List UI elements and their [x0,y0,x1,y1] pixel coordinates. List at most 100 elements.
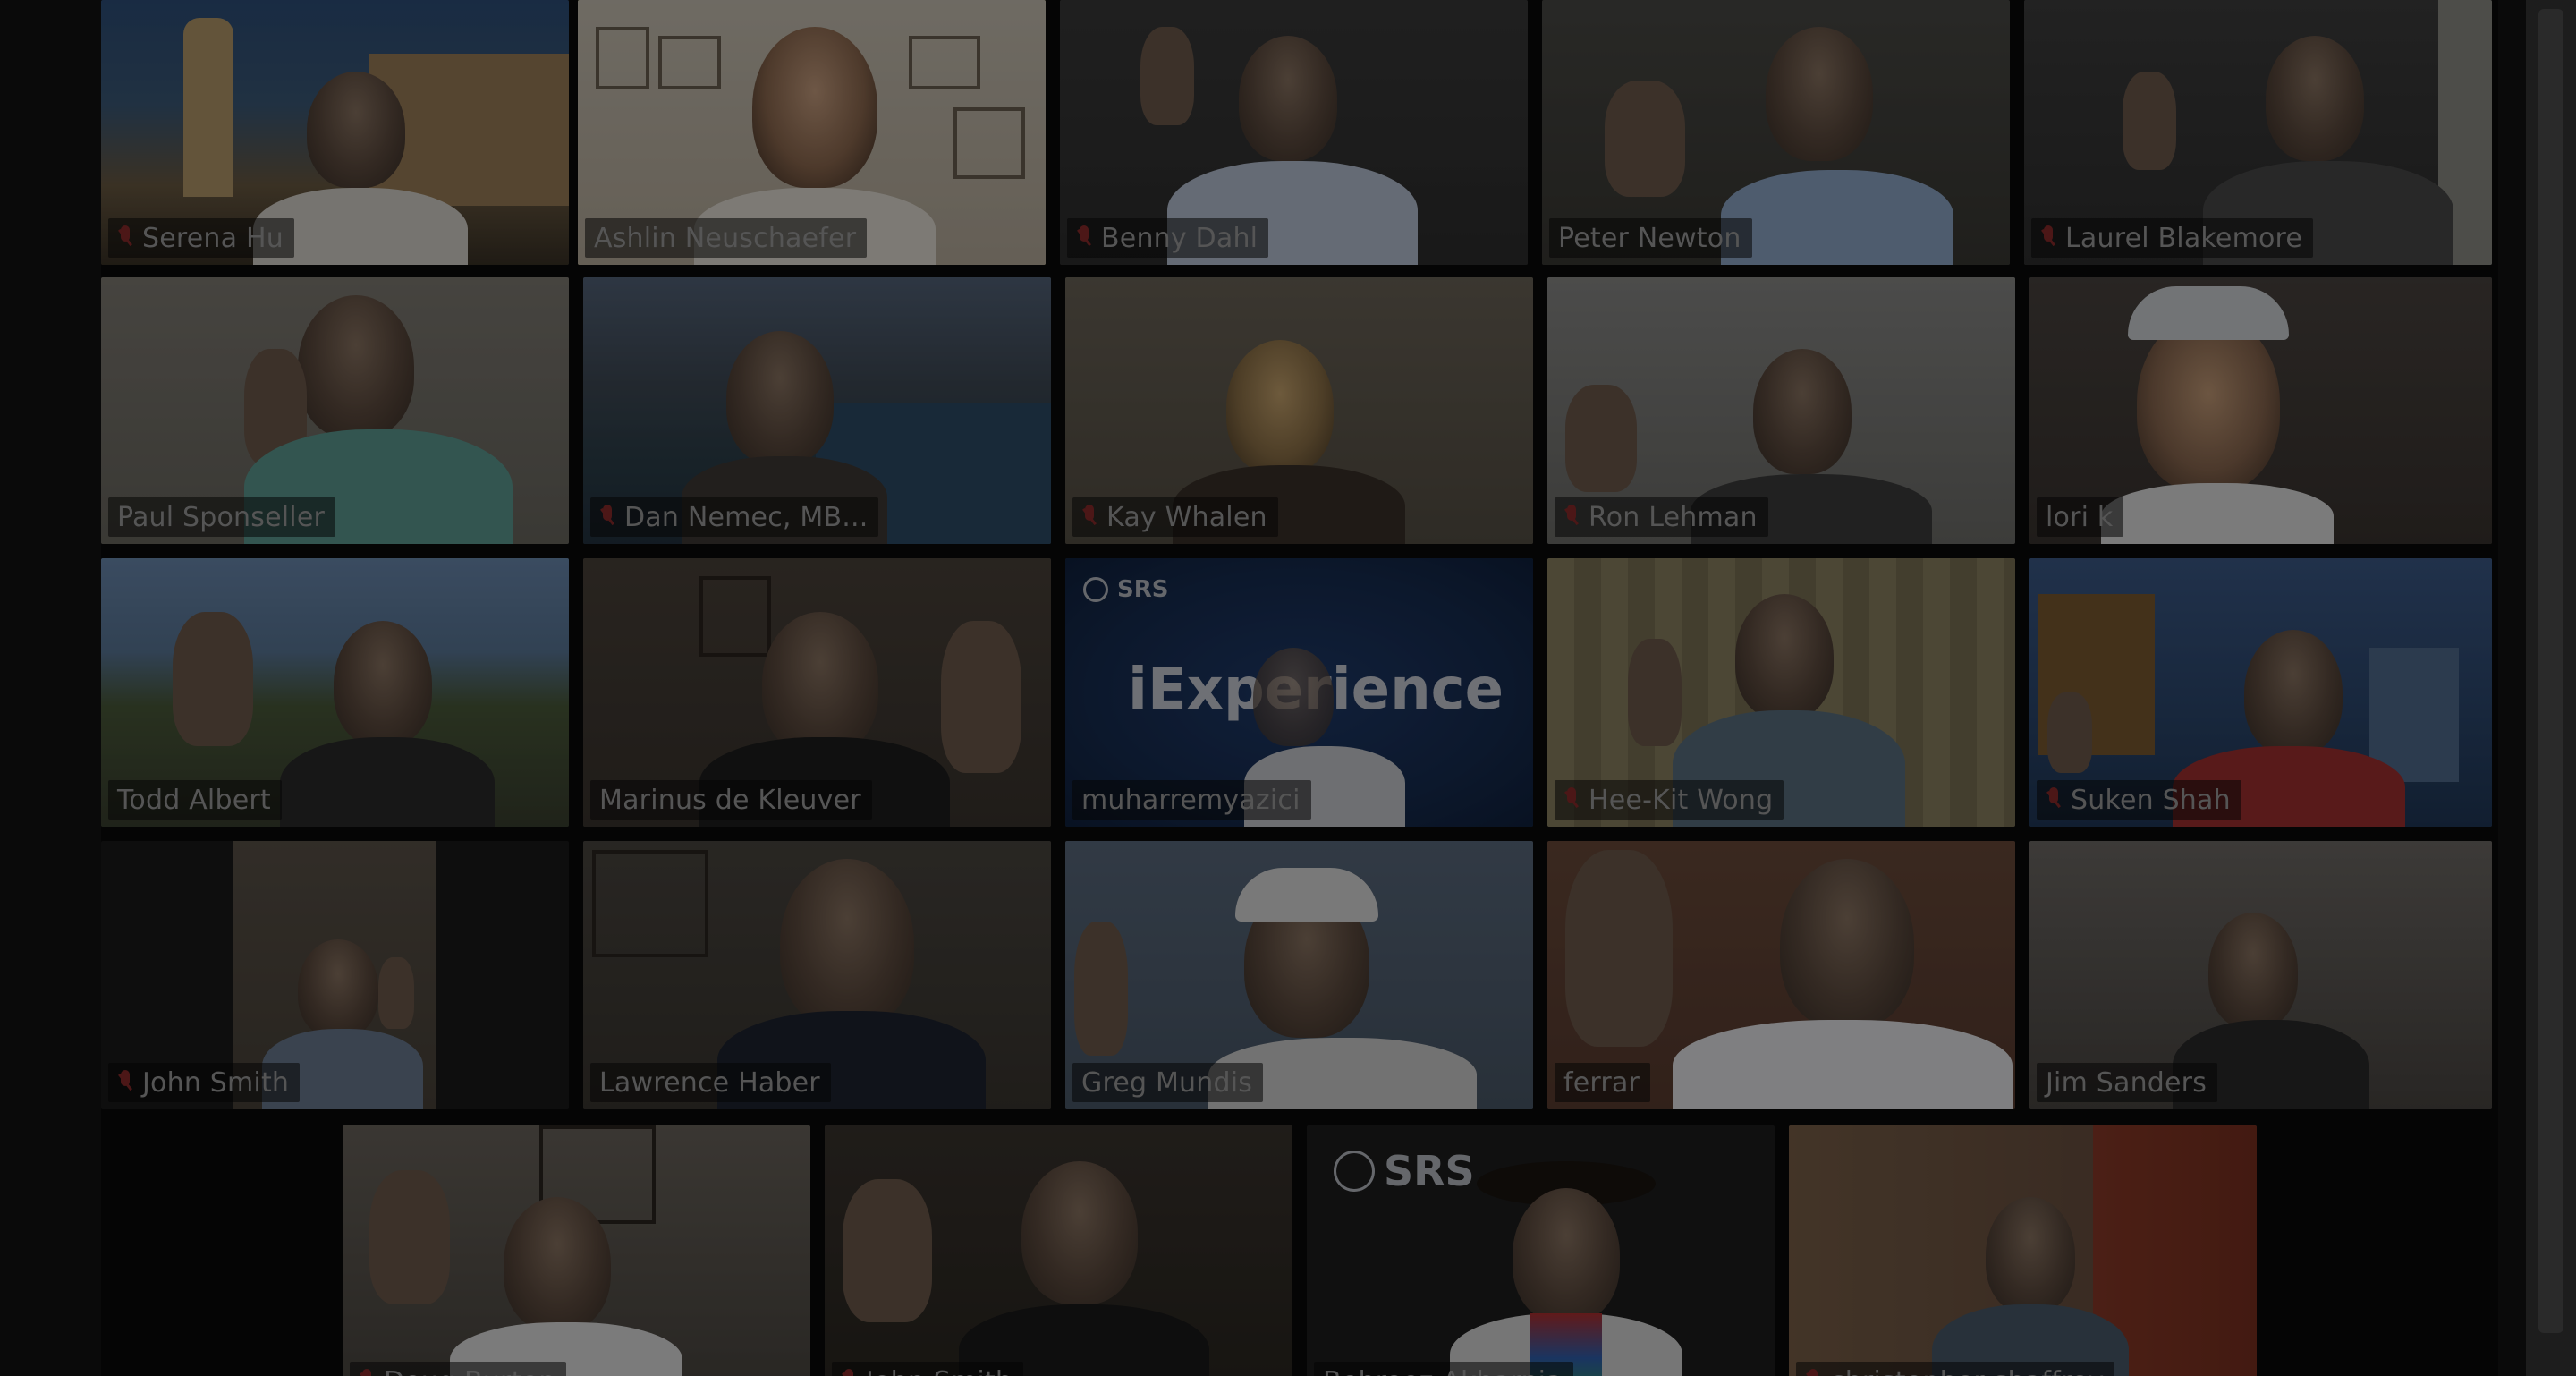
waving-hand [1565,850,1673,1047]
participant-tile[interactable]: Laurel Blakemore [2024,0,2492,265]
participant-name: Doug Burton [384,1366,555,1376]
participant-tile-active-speaker[interactable]: Ashlin Neuschaefer [578,0,1046,265]
muted-mic-icon [1076,225,1092,251]
muted-mic-icon [841,1369,857,1376]
tower-shape [183,18,233,197]
participant-nameplate: Behrooz Akbarnia [1314,1362,1573,1376]
participant-tile[interactable]: Marinus de Kleuver [583,558,1051,827]
participant-tile[interactable]: Dan Nemec, MB... [583,277,1051,544]
waving-hand [2123,72,2176,170]
wall-frame [592,850,708,957]
participant-face [1735,594,1834,719]
participant-nameplate: Jim Sanders [2037,1063,2218,1102]
wall-frame [658,36,721,89]
participant-body [2101,483,2334,544]
participant-face [2137,313,2280,492]
participant-face [1513,1188,1620,1322]
wall-frame [699,576,771,657]
participant-nameplate: Benny Dahl [1067,218,1269,258]
participant-nameplate: Todd Albert [108,780,282,820]
muted-mic-icon [1081,505,1097,530]
participant-nameplate: John Smith [108,1063,301,1102]
waving-hand [378,957,414,1029]
muted-mic-icon [1563,505,1580,530]
muted-mic-icon [2046,787,2062,812]
participant-face [780,859,914,1029]
side-panel-edge [2526,0,2576,1376]
participant-tile[interactable]: Todd Albert [101,558,569,827]
waving-hand [1565,385,1637,492]
participant-name: Laurel Blakemore [2065,222,2303,254]
participant-nameplate: Doug Burton [350,1362,567,1376]
participant-tile[interactable]: Hee-Kit Wong [1547,558,2015,827]
participant-name: Ashlin Neuschaefer [594,222,857,254]
waving-hand [2047,692,2092,773]
participant-face [298,295,414,438]
participant-tile[interactable]: Kay Whalen [1065,277,1533,544]
participant-name: Lawrence Haber [599,1066,820,1099]
participant-nameplate: christopher shaffrey [1796,1362,2115,1376]
participant-tile[interactable]: ferrar [1547,841,2015,1109]
participant-face [2244,630,2343,755]
participant-nameplate: John Smith [832,1362,1024,1376]
participant-name: lori k [2046,501,2114,533]
muted-mic-icon [117,225,133,251]
wall-frame [596,27,649,89]
participant-face [334,621,432,746]
muted-mic-icon [1563,787,1580,812]
participant-name: Todd Albert [117,784,271,816]
participant-name: Paul Sponseller [117,501,326,533]
participant-tile[interactable]: Suken Shah [2029,558,2492,827]
participant-name: Marinus de Kleuver [599,784,861,816]
participant-face [1021,1161,1138,1304]
cap-shape [2128,286,2289,340]
participant-tile[interactable]: Benny Dahl [1060,0,1528,265]
waving-hand [1074,922,1128,1056]
waving-hand [843,1179,932,1322]
participant-nameplate: Greg Mundis [1072,1063,1264,1102]
participant-tile[interactable]: Paul Sponseller [101,277,569,544]
muted-mic-icon [1805,1369,1821,1376]
participant-face [504,1197,611,1331]
wall-frame [909,36,980,89]
participant-tile[interactable]: Lawrence Haber [583,841,1051,1109]
participant-tile[interactable]: christopher shaffrey [1789,1125,2257,1376]
participant-body [1721,170,1953,265]
participant-nameplate: Peter Newton [1549,218,1752,258]
zoom-gallery-window: Serena Hu Ashlin Neuschaefer Benny Dahl [0,0,2576,1376]
srs-label: SRS [1384,1147,1475,1195]
participant-tile[interactable]: SRS Behrooz Akbarnia [1307,1125,1775,1376]
participant-tile[interactable]: Ron Lehman [1547,277,2015,544]
participant-tile[interactable]: Peter Newton [1542,0,2010,265]
participant-tile[interactable]: Jim Sanders [2029,841,2492,1109]
participant-tile[interactable]: Doug Burton [343,1125,810,1376]
participant-name: Serena Hu [142,222,284,254]
participant-nameplate: Dan Nemec, MB... [590,497,879,537]
waving-hand [173,612,253,746]
participant-tile[interactable]: Serena Hu [101,0,569,265]
participant-tile[interactable]: SRS iExperience muharremyazici [1065,558,1533,827]
srs-label: SRS [1117,576,1169,603]
participant-nameplate: Ron Lehman [1555,497,1768,537]
scrollbar-track[interactable] [2526,0,2576,1376]
participant-nameplate: ferrar [1555,1063,1651,1102]
waving-hand [1628,639,1682,746]
participant-nameplate: Ashlin Neuschaefer [585,218,868,258]
participant-nameplate: lori k [2037,497,2124,537]
muted-mic-icon [2040,225,2056,251]
participant-name: Jim Sanders [2046,1066,2207,1099]
participant-name: muharremyazici [1081,784,1301,816]
participant-nameplate: Hee-Kit Wong [1555,780,1784,820]
srs-logo: SRS [1083,576,1168,603]
participant-tile[interactable]: lori k [2029,277,2492,544]
participant-nameplate: Kay Whalen [1072,497,1278,537]
participant-tile[interactable]: John Smith [825,1125,1292,1376]
waving-hand [1140,27,1194,125]
participant-tile[interactable]: Greg Mundis [1065,841,1533,1109]
participant-name: Greg Mundis [1081,1066,1253,1099]
cap-shape [1235,868,1378,922]
participant-nameplate: Serena Hu [108,218,294,258]
scrollbar-thumb[interactable] [2538,9,2563,1333]
participant-tile[interactable]: John Smith [101,841,569,1109]
participant-body [280,737,495,827]
